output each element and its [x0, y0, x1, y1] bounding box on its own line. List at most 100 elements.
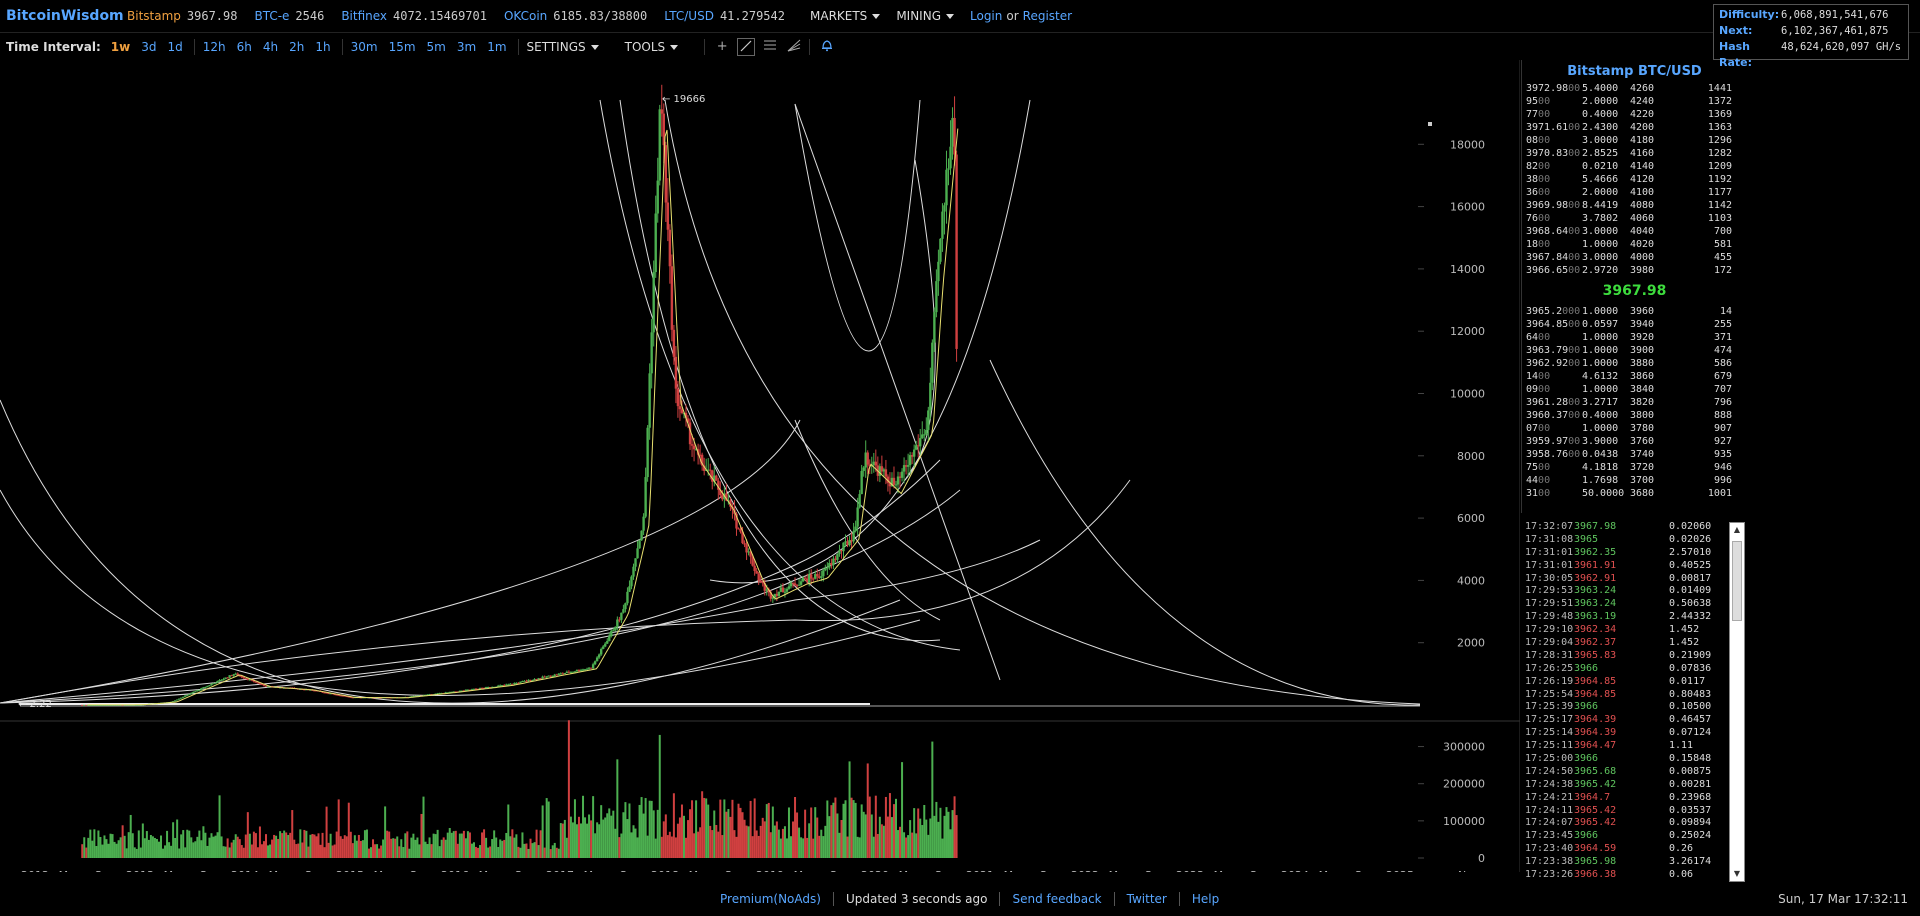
volume-bar [598, 824, 601, 858]
order-book: Bitstamp BTC/USD 3972.9800 5.4000 4260 1441… [1521, 60, 1747, 513]
interval-4h[interactable]: 4h [263, 40, 278, 54]
ticker-1[interactable]: BTC-e 2546 [254, 9, 324, 23]
login-link[interactable]: Login [970, 9, 1002, 23]
ticker-0[interactable]: Bitstamp 3967.98 [127, 9, 237, 23]
ticker-name: Bitfinex [341, 9, 388, 23]
volume-bar [638, 804, 641, 858]
order-row: 7500 4.1818 3720 946 [1522, 461, 1747, 474]
trade-row: 17:29:10 3962.34 1.452 [1521, 623, 1747, 636]
x-axis-label: 2016 [441, 869, 469, 872]
order-cumulative: 1441 [1707, 83, 1732, 94]
volume-bar [717, 831, 720, 858]
line-tool-icon[interactable] [737, 37, 756, 56]
order-row: 3959.9700 3.9000 3760 927 [1522, 435, 1747, 448]
register-link[interactable]: Register [1023, 9, 1072, 23]
volume-bar [121, 825, 124, 858]
interval-3m[interactable]: 3m [457, 40, 476, 54]
order-level: 3720 [1630, 462, 1655, 473]
ticker-4[interactable]: LTC/USD 41.279542 [664, 9, 785, 23]
candle-body [939, 238, 942, 262]
ticker-2[interactable]: Bitfinex 4072.15469701 [341, 9, 487, 23]
candle-body [620, 612, 623, 620]
candle-body [809, 574, 813, 579]
trade-time: 17:30:05 [1525, 572, 1574, 584]
interval-2h[interactable]: 2h [289, 40, 304, 54]
trades-scrollbar[interactable]: ▲ ▼ [1729, 522, 1745, 882]
volume-bar [487, 847, 490, 858]
interval-12h[interactable]: 12h [203, 40, 226, 54]
interval-1w[interactable]: 1w [111, 40, 130, 54]
markets-menu[interactable]: MARKETS [810, 9, 881, 23]
order-price: 3100 [1522, 487, 1582, 500]
order-price: 0900 [1522, 383, 1582, 396]
price-chart[interactable]: 2000 4000 6000 8000 10000 12000 14000 16000 1800… [0, 60, 1520, 872]
volume-bar [709, 825, 712, 858]
volume-bar [406, 831, 409, 858]
volume-bar [85, 847, 88, 858]
bell-icon[interactable] [818, 38, 836, 56]
volume-bar [731, 799, 734, 858]
chart-canvas[interactable]: 2000 4000 6000 8000 10000 12000 14000 16000 1800… [0, 60, 1520, 872]
x-axis-label: May [794, 869, 817, 872]
volume-bar [325, 806, 328, 858]
interval-3d[interactable]: 3d [141, 40, 156, 54]
scroll-thumb[interactable] [1732, 541, 1742, 621]
interval-1h[interactable]: 1h [315, 40, 330, 54]
volume-bar [141, 823, 144, 858]
order-price-main: 76 [1526, 213, 1539, 224]
tools-menu[interactable]: TOOLS [625, 40, 679, 54]
volume-bar [567, 720, 570, 858]
order-amount: 0.0210 [1582, 161, 1619, 172]
order-amount: 0.0438 [1582, 449, 1619, 460]
candle-body [648, 373, 651, 428]
order-price-suffix: 00 [1538, 475, 1551, 486]
fib-lines-icon[interactable] [761, 38, 779, 56]
ticker-3[interactable]: OKCoin 6185.83/38800 [504, 9, 647, 23]
premium-link[interactable]: Premium(NoAds) [720, 892, 821, 906]
fan-tool-icon[interactable] [785, 38, 803, 56]
volume-bar [246, 812, 249, 858]
volume-bar [759, 825, 762, 858]
scroll-down-icon[interactable]: ▼ [1730, 867, 1744, 881]
volume-bar [537, 845, 540, 858]
volume-bar [911, 832, 914, 858]
interval-1d[interactable]: 1d [167, 40, 182, 54]
order-level: 4100 [1630, 187, 1655, 198]
scroll-up-icon[interactable]: ▲ [1730, 523, 1744, 537]
order-price-main: 3965.2 [1526, 306, 1563, 317]
interval-6h[interactable]: 6h [237, 40, 252, 54]
interval-15m[interactable]: 15m [389, 40, 416, 54]
mining-menu[interactable]: MINING [896, 9, 954, 23]
candle-body [937, 261, 940, 282]
trade-price: 3965.98 [1574, 856, 1617, 868]
help-link[interactable]: Help [1192, 892, 1219, 906]
order-level: 3780 [1630, 423, 1655, 434]
trade-time: 17:25:11 [1525, 740, 1574, 752]
x-axis-label: May [1004, 869, 1027, 872]
candle-body [642, 516, 645, 531]
feedback-link[interactable]: Send feedback [1012, 892, 1101, 906]
volume-bar [105, 839, 108, 858]
interval-1m[interactable]: 1m [487, 40, 506, 54]
interval-5m[interactable]: 5m [427, 40, 446, 54]
trade-time: 17:25:39 [1525, 701, 1574, 713]
volume-bar [882, 825, 885, 858]
volume-bar [83, 837, 86, 858]
volume-bar [632, 825, 635, 858]
brand-logo[interactable]: BitcoinWisdom [6, 8, 124, 24]
twitter-link[interactable]: Twitter [1127, 892, 1167, 906]
difficulty-value: 6,068,891,541,676 [1781, 9, 1889, 21]
divider [1113, 892, 1115, 906]
divider [704, 38, 706, 55]
candle-body [200, 688, 203, 690]
order-price: 3968.6400 [1522, 225, 1582, 238]
candle-body [666, 202, 670, 230]
crosshair-icon[interactable]: + [713, 38, 731, 56]
volume-bar [672, 793, 675, 858]
order-level: 4120 [1630, 174, 1655, 185]
ticker-value: 6185.83/38800 [553, 9, 648, 23]
interval-30m[interactable]: 30m [351, 40, 378, 54]
analysis-curve [794, 99, 921, 352]
volume-bar [792, 821, 795, 858]
settings-menu[interactable]: SETTINGS [527, 40, 599, 54]
